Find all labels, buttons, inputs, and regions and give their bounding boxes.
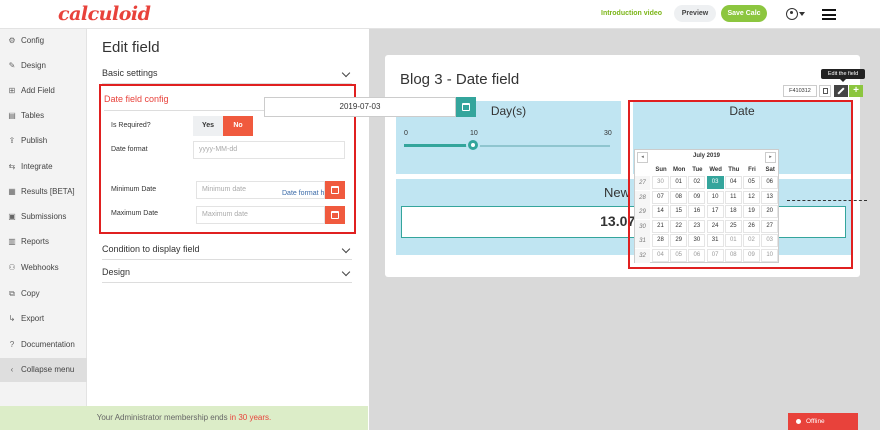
help-icon: ? [9, 340, 15, 349]
hamburger-menu-icon[interactable] [822, 9, 836, 20]
minimum-date-calendar-button[interactable] [325, 181, 345, 199]
field-id-badge: F410312 [783, 85, 817, 97]
chevron-left-icon: ‹ [10, 365, 14, 374]
sidebar-item-reports[interactable]: ▥ Reports [0, 230, 87, 254]
calendar-icon [462, 103, 470, 111]
required-no-button[interactable]: No [223, 116, 253, 136]
slider-value-label: 10 [470, 130, 478, 137]
minimum-date-input[interactable]: Minimum date [196, 181, 325, 199]
design-section[interactable]: Design [102, 261, 352, 283]
sidebar-item-documentation[interactable]: ? Documentation [0, 333, 87, 357]
intro-video-link[interactable]: Introduction video [601, 10, 662, 17]
export-icon: ↳ [8, 314, 16, 323]
publish-icon: ⇪ [8, 136, 16, 145]
table-icon: ▤ [8, 111, 16, 120]
copy-icon: ⧉ [9, 289, 15, 298]
sidebar-item-submissions[interactable]: ▣ Submissions [0, 205, 87, 229]
calendar-icon [331, 186, 339, 194]
required-yes-button[interactable]: Yes [193, 116, 223, 136]
slider-fill [404, 144, 473, 147]
date-picker-button[interactable] [456, 97, 476, 117]
save-calc-button[interactable]: Save Calc [721, 5, 767, 22]
condition-section[interactable]: Condition to display field [102, 238, 352, 260]
sidebar: ⚙ Config ✎ Design ⊞ Add Field ▤ Tables ⇪ Publ… [0, 29, 87, 430]
membership-footer: Your Administrator membership ends in 30… [0, 406, 368, 430]
chevron-down-icon [341, 68, 351, 78]
slider-handle[interactable] [465, 138, 480, 152]
calculator-title: Blog 3 - Date field [400, 71, 520, 88]
sidebar-item-copy[interactable]: ⧉ Copy [0, 282, 87, 306]
sidebar-item-collapse-menu[interactable]: ‹ Collapse menu [0, 358, 87, 382]
brush-icon: ✎ [8, 61, 16, 70]
chevron-down-icon [341, 244, 351, 254]
slider-min-label: 0 [404, 130, 408, 137]
minimum-date-label: Minimum Date [111, 186, 157, 193]
sidebar-item-publish[interactable]: ⇪ Publish [0, 129, 87, 153]
date-format-input[interactable]: yyyy-MM-dd [193, 141, 345, 159]
maximum-date-calendar-button[interactable] [325, 206, 345, 224]
logo[interactable]: calculoid [58, 3, 151, 25]
edit-field-panel: Edit field Basic settings Date field con… [87, 29, 368, 430]
sidebar-item-webhooks[interactable]: ⚇ Webhooks [0, 256, 87, 280]
sidebar-item-config[interactable]: ⚙ Config [0, 29, 87, 53]
chevron-down-icon [341, 267, 351, 277]
sidebar-item-add-field[interactable]: ⊞ Add Field [0, 79, 87, 103]
edit-field-tooltip: Edit the field [821, 69, 865, 82]
slider-max-label: 30 [604, 130, 612, 137]
date-format-label: Date format [111, 146, 148, 153]
add-field-icon: ⊞ [8, 86, 16, 95]
basic-settings-section[interactable]: Basic settings [102, 62, 352, 84]
sidebar-item-results[interactable]: ▦ Results [BETA] [0, 180, 87, 204]
calendar-icon [331, 211, 339, 219]
is-required-label: Is Required? [111, 122, 151, 129]
submissions-icon: ▣ [8, 212, 16, 221]
sidebar-item-tables[interactable]: ▤ Tables [0, 104, 87, 128]
highlight-box [628, 100, 853, 269]
offline-status-badge[interactable]: Offline [788, 413, 858, 430]
date-input[interactable]: 2019-07-03 [264, 97, 456, 117]
top-bar: calculoid Introduction video Preview Sav… [0, 0, 880, 29]
maximum-date-label: Maximum Date [111, 210, 159, 217]
status-dot-icon [796, 419, 801, 424]
sidebar-item-integrate[interactable]: ⇆ Integrate [0, 155, 87, 179]
copy-field-icon[interactable] [819, 85, 831, 97]
chevron-down-icon[interactable] [799, 12, 805, 16]
reports-icon: ▥ [8, 237, 16, 246]
edit-field-icon[interactable] [834, 85, 848, 97]
membership-highlight: in 30 years. [229, 413, 272, 422]
add-field-icon[interactable]: + [849, 85, 863, 97]
webhooks-icon: ⚇ [8, 263, 16, 272]
user-icon[interactable] [786, 8, 798, 20]
maximum-date-input[interactable]: Maximum date [196, 206, 325, 224]
sidebar-item-export[interactable]: ↳ Export [0, 307, 87, 331]
results-icon: ▦ [8, 187, 16, 196]
sidebar-item-design[interactable]: ✎ Design [0, 54, 87, 78]
gear-icon: ⚙ [8, 36, 16, 45]
preview-button[interactable]: Preview [674, 5, 716, 22]
page-title: Edit field [102, 39, 160, 56]
integrate-icon: ⇆ [8, 162, 16, 171]
